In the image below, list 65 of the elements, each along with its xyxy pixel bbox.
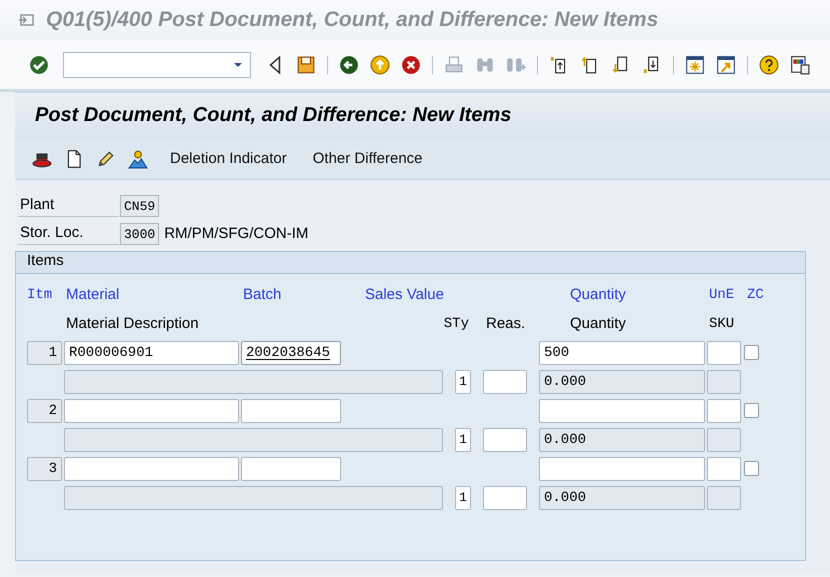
column-header: Material Description — [65, 315, 200, 332]
material-field[interactable]: R000006901 — [64, 340, 239, 364]
screen-title: Post Document, Count, and Difference: New Items — [35, 104, 512, 127]
command-field[interactable] — [63, 52, 251, 78]
column-header: SKU — [708, 316, 736, 332]
save-icon[interactable] — [296, 54, 316, 74]
toolbar-button[interactable]: Other Difference — [308, 148, 427, 169]
item-number: 1 — [27, 340, 62, 364]
column-header[interactable]: UnE — [707, 286, 745, 302]
field-label: Plant — [18, 194, 119, 217]
column-header[interactable]: Itm — [27, 286, 64, 302]
stock-type-field[interactable]: 1 — [455, 486, 471, 510]
material-field[interactable] — [64, 398, 239, 422]
field-description: RM/PM/SFG/CON-IM — [163, 225, 308, 242]
new-session-icon[interactable] — [685, 54, 705, 74]
column-header[interactable]: ZC — [745, 286, 780, 302]
stock-type-field[interactable]: 1 — [455, 428, 471, 452]
column-header[interactable]: Batch — [241, 286, 341, 303]
exit-icon[interactable] — [370, 54, 390, 74]
reason-field[interactable] — [483, 370, 527, 394]
quantity-sku-field: 0.000 — [539, 428, 705, 452]
shortcut-icon[interactable] — [716, 54, 736, 74]
column-header: STy — [444, 316, 470, 332]
zero-count-checkbox[interactable] — [744, 345, 759, 360]
column-header[interactable]: Sales Value — [341, 286, 455, 303]
item-number: 3 — [27, 456, 62, 480]
enter-icon[interactable] — [29, 54, 49, 74]
reason-field[interactable] — [483, 486, 527, 510]
unit-field[interactable] — [707, 456, 741, 480]
sku-field — [707, 370, 741, 394]
column-header: Reas. — [485, 315, 526, 332]
column-header[interactable]: Material — [64, 286, 239, 303]
column-header[interactable]: Quantity — [539, 286, 705, 303]
sku-field — [707, 486, 741, 510]
batch-field[interactable]: 2002038645 — [241, 340, 341, 364]
item-number: 2 — [27, 398, 62, 422]
pencil-icon[interactable] — [96, 148, 116, 168]
unit-field[interactable] — [707, 398, 741, 422]
batch-field[interactable] — [241, 456, 341, 480]
quantity-field[interactable] — [539, 456, 705, 480]
toolbar-button[interactable]: Deletion Indicator — [166, 148, 291, 169]
zero-count-checkbox[interactable] — [744, 461, 759, 476]
plant-field[interactable]: CN59 — [120, 194, 160, 216]
stock-type-field[interactable]: 1 — [455, 370, 471, 394]
back-icon[interactable] — [339, 54, 359, 74]
material-field[interactable] — [64, 456, 239, 480]
storage-location-field[interactable]: 3000 — [120, 222, 160, 244]
batch-field[interactable] — [241, 398, 341, 422]
person-icon[interactable] — [128, 148, 148, 168]
zero-count-checkbox[interactable] — [744, 403, 759, 418]
sku-field — [707, 428, 741, 452]
field-label: Stor. Loc. — [18, 222, 119, 245]
quantity-field[interactable]: 500 — [539, 340, 705, 364]
cancel-icon[interactable] — [401, 54, 421, 74]
unit-field[interactable] — [707, 340, 741, 364]
help-icon[interactable] — [759, 54, 779, 74]
quantity-sku-field: 0.000 — [539, 486, 705, 510]
layout-icon[interactable] — [790, 54, 810, 74]
column-header: Quantity — [569, 315, 627, 332]
print-icon[interactable] — [444, 54, 464, 74]
reason-field[interactable] — [483, 428, 527, 452]
window-title: Q01(5)/400 Post Document, Count, and Difference: New Items — [46, 8, 658, 32]
group-title: Items — [16, 252, 805, 274]
quantity-field[interactable] — [539, 398, 705, 422]
quantity-sku-field: 0.000 — [539, 370, 705, 394]
